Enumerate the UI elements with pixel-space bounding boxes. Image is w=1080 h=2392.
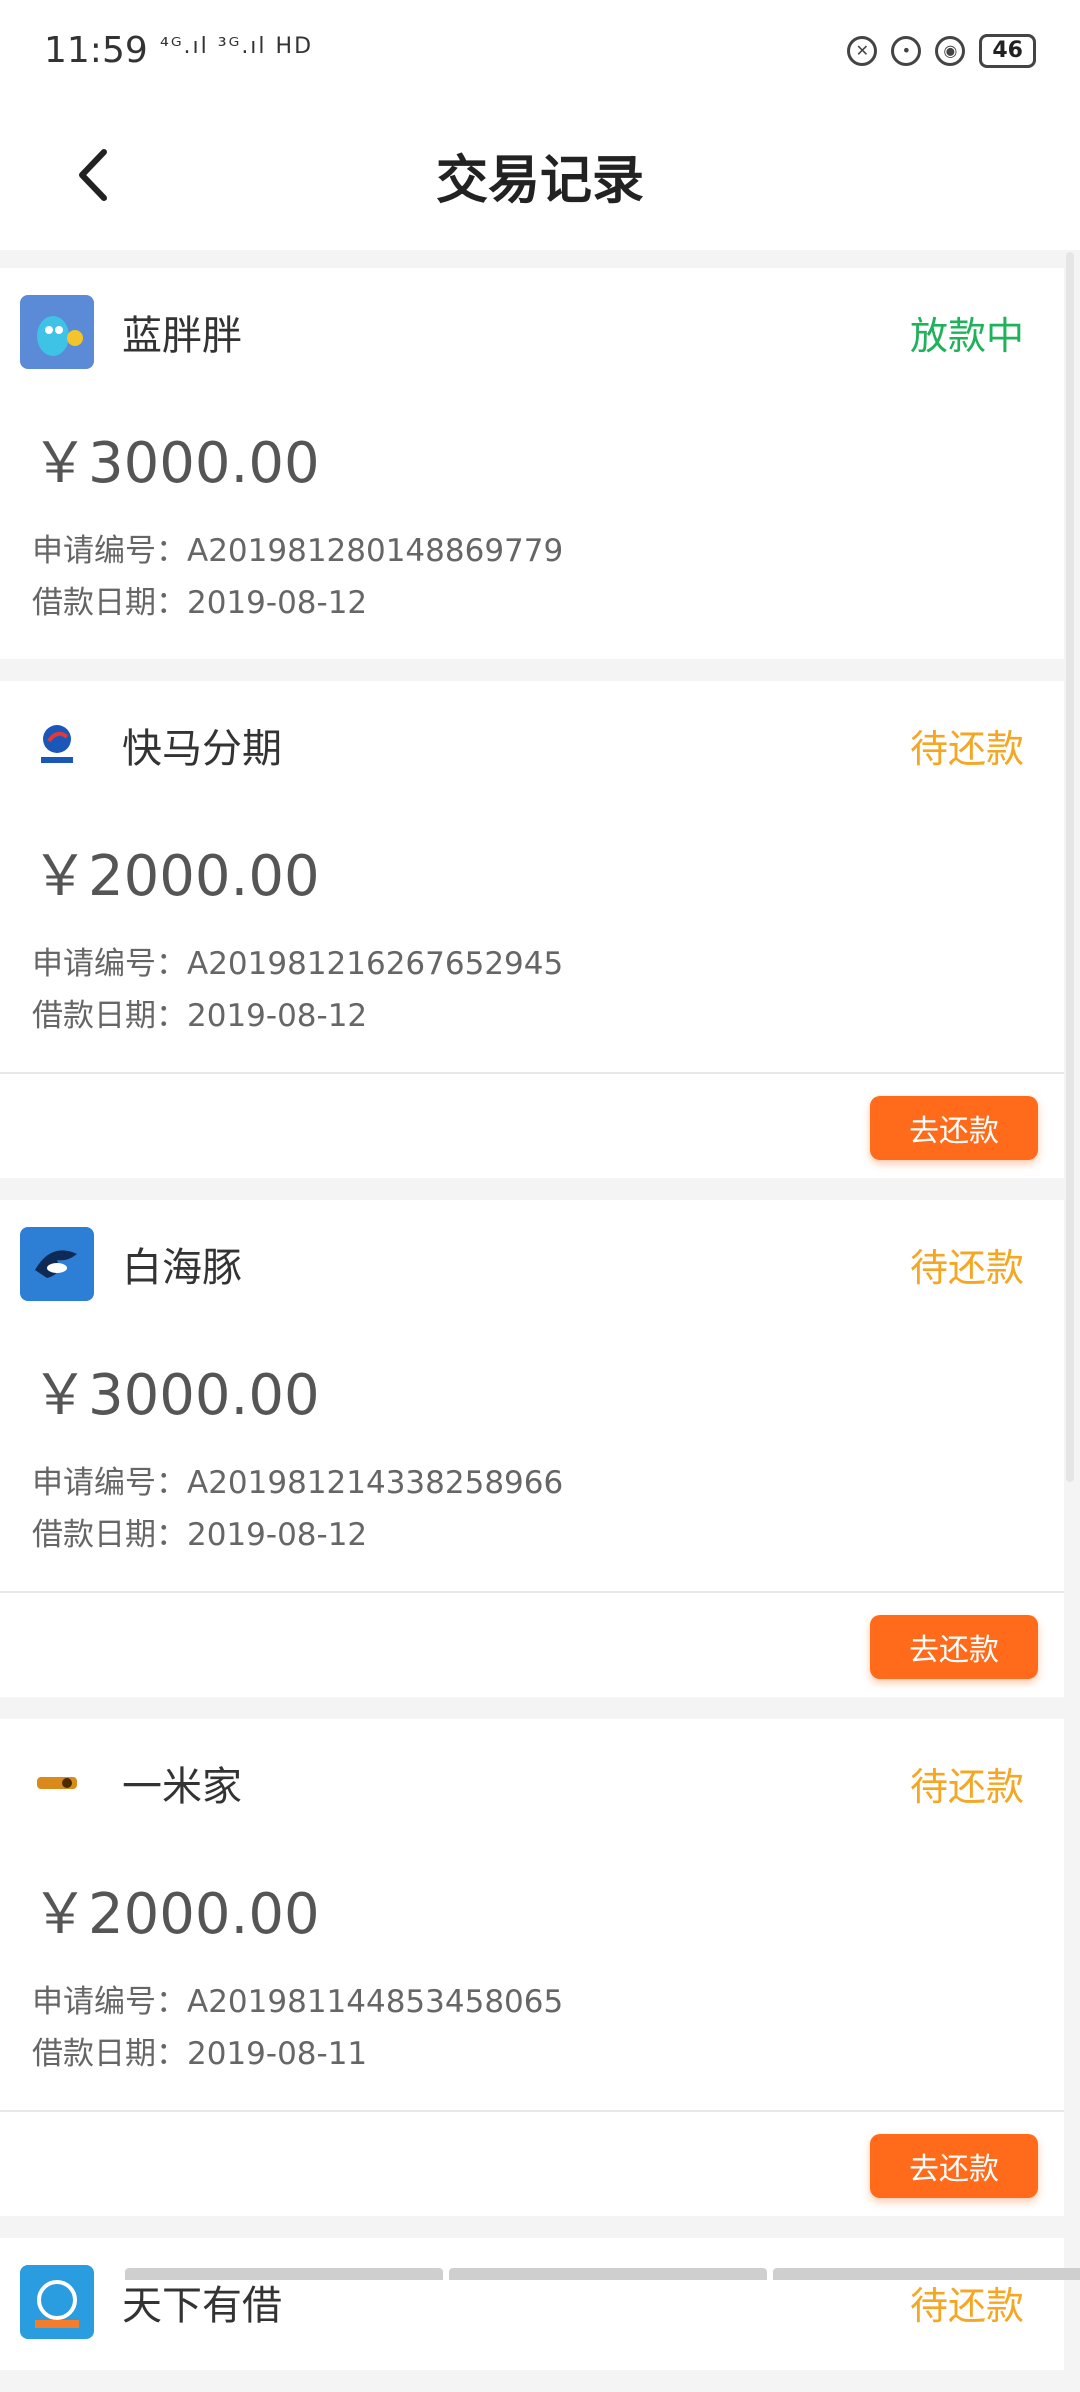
lender-name: 一米家 bbox=[122, 1764, 242, 1810]
application-number: 申请编号：A201981214338258966 bbox=[32, 1465, 564, 1501]
repay-button[interactable]: 去还款 bbox=[870, 1096, 1038, 1160]
repay-button[interactable]: 去还款 bbox=[870, 1615, 1038, 1679]
lender-logo-icon bbox=[20, 1746, 94, 1820]
lender-logo-icon bbox=[20, 295, 94, 369]
tianxia-logo-icon bbox=[35, 2280, 79, 2328]
loan-amount: ￥2000.00 bbox=[32, 844, 320, 909]
loan-date: 借款日期：2019-08-12 bbox=[32, 1517, 368, 1553]
loan-amount: ￥3000.00 bbox=[32, 1363, 320, 1428]
status-badge: 放款中 bbox=[909, 313, 1024, 358]
repay-button[interactable]: 去还款 bbox=[870, 2134, 1038, 2198]
dolphin-logo-icon bbox=[35, 1250, 77, 1278]
bell-muted-icon: ✕ bbox=[847, 36, 878, 66]
loan-date: 借款日期：2019-08-12 bbox=[32, 585, 368, 621]
transaction-card[interactable]: 快马分期 待还款 ￥2000.00 申请编号：A2019812162676529… bbox=[0, 681, 1064, 1178]
location-icon: ◉ bbox=[935, 36, 966, 66]
application-number: 申请编号：A201981280148869779 bbox=[32, 533, 564, 569]
status-bar: 11:59 ⁴ᴳ.ıl ³ᴳ.ıl HD ✕ • ◉ 46 bbox=[0, 0, 1080, 110]
status-badge: 待还款 bbox=[909, 2283, 1024, 2328]
loan-date: 借款日期：2019-08-12 bbox=[32, 998, 368, 1034]
signal-indicator: ⁴ᴳ.ıl ³ᴳ.ıl HD bbox=[160, 34, 314, 59]
horse-logo-icon bbox=[41, 725, 73, 763]
status-badge: 待还款 bbox=[909, 1245, 1024, 1290]
transaction-card[interactable]: 天下有借 待还款 bbox=[0, 2238, 1064, 2370]
loan-amount: ￥3000.00 bbox=[32, 431, 320, 496]
card-footer: 去还款 bbox=[0, 2110, 1064, 2216]
lender-logo-icon bbox=[20, 2265, 94, 2339]
yimijia-logo-icon bbox=[37, 1777, 77, 1789]
bottom-tabs bbox=[125, 2268, 1080, 2280]
bottom-tab-segment bbox=[773, 2268, 1080, 2280]
loan-date: 借款日期：2019-08-11 bbox=[32, 2036, 368, 2072]
application-number: 申请编号：A201981216267652945 bbox=[32, 946, 564, 982]
bottom-tab-segment bbox=[449, 2268, 767, 2280]
mascot-icon bbox=[37, 316, 83, 356]
page-title: 交易记录 bbox=[435, 151, 644, 211]
status-time: 11:59 bbox=[44, 30, 148, 71]
bottom-tab-segment bbox=[125, 2268, 443, 2280]
lender-name: 白海豚 bbox=[122, 1245, 242, 1291]
lender-logo-icon bbox=[20, 1227, 94, 1301]
scrollbar[interactable] bbox=[1066, 252, 1074, 1482]
status-icons: ✕ • ◉ 46 bbox=[847, 34, 1036, 68]
transaction-list: 蓝胖胖 放款中 ￥3000.00 申请编号：A20198128014886977… bbox=[0, 268, 1064, 2392]
card-footer: 去还款 bbox=[0, 1072, 1064, 1178]
status-badge: 待还款 bbox=[909, 1764, 1024, 1809]
loan-amount: ￥2000.00 bbox=[32, 1882, 320, 1947]
nav-bar: 交易记录 bbox=[0, 110, 1080, 250]
lock-icon: • bbox=[891, 36, 922, 66]
status-badge: 待还款 bbox=[909, 726, 1024, 771]
lender-name: 蓝胖胖 bbox=[122, 313, 242, 359]
transaction-card[interactable]: 白海豚 待还款 ￥3000.00 申请编号：A20198121433825896… bbox=[0, 1200, 1064, 1697]
lender-logo-icon bbox=[20, 708, 94, 782]
battery-icon: 46 bbox=[979, 34, 1036, 68]
transaction-card[interactable]: 一米家 待还款 ￥2000.00 申请编号：A20198114485345806… bbox=[0, 1719, 1064, 2216]
lender-name: 天下有借 bbox=[122, 2283, 282, 2329]
lender-name: 快马分期 bbox=[122, 726, 282, 772]
transaction-card[interactable]: 蓝胖胖 放款中 ￥3000.00 申请编号：A20198128014886977… bbox=[0, 268, 1064, 659]
card-footer: 去还款 bbox=[0, 1591, 1064, 1697]
application-number: 申请编号：A201981144853458065 bbox=[32, 1984, 564, 2020]
